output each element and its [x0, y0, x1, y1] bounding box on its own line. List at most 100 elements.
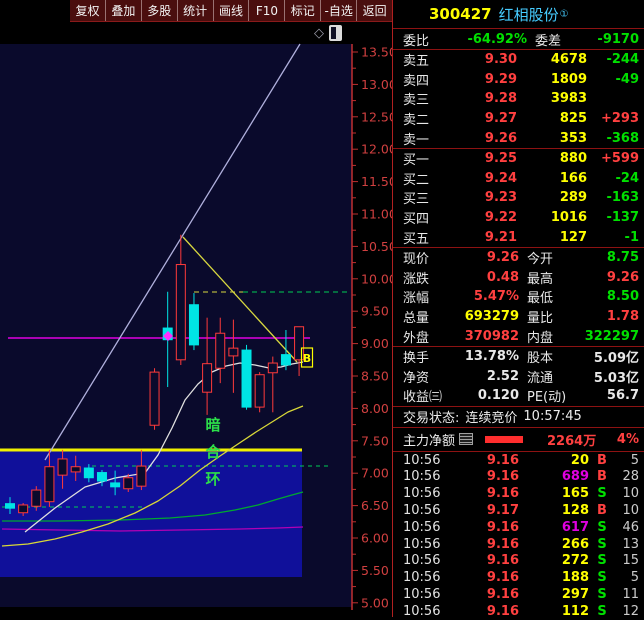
quote-label: PE(动)	[527, 390, 567, 406]
quote-value: 5.03亿	[593, 370, 639, 386]
tick-count: 46	[622, 519, 639, 535]
ob-delta: -244	[606, 52, 639, 68]
panel-layout-icon[interactable]	[329, 25, 342, 41]
main-force-label: 主力净额	[403, 433, 456, 449]
tick-row-8[interactable]: 10:56 9.16 188 S 5	[403, 569, 639, 586]
quote-value: 56.7	[606, 388, 639, 404]
tick-count: 15	[622, 553, 639, 569]
ob-price: 9.30	[484, 52, 517, 68]
toolbar-button-F10[interactable]: F10	[248, 0, 284, 21]
bid-row-4[interactable]: 买四 9.22 1016 -137	[403, 208, 639, 228]
tick-price: 9.16	[486, 519, 519, 535]
tick-volume: 20	[570, 452, 589, 468]
toolbar-button-统计[interactable]: 统计	[176, 0, 213, 21]
trade-status-label: 交易状态:	[403, 411, 460, 427]
tick-price: 9.16	[486, 570, 519, 586]
tick-price: 9.16	[486, 586, 519, 602]
ob-label: 卖五	[403, 54, 430, 70]
tick-side: S	[597, 553, 607, 569]
ob-price: 9.21	[484, 229, 517, 245]
tick-row-4[interactable]: 10:56 9.17 128 B 10	[403, 502, 639, 519]
ob-label: 卖三	[403, 93, 430, 109]
ask-row-3[interactable]: 卖三 9.28 3983	[403, 89, 639, 109]
quote-value: 13.78%	[464, 349, 519, 365]
candle-body	[188, 304, 199, 346]
tick-row-3[interactable]: 10:56 9.16 165 S 10	[403, 485, 639, 502]
axis-label: 6.50	[361, 498, 389, 513]
quote-label: 涨跌	[403, 271, 430, 287]
toolbar-button-画线[interactable]: 画线	[212, 0, 249, 21]
tick-row-10[interactable]: 10:56 9.16 112 S 12	[403, 603, 639, 620]
ask-row-4[interactable]: 卖二 9.27 825 +293	[403, 109, 639, 129]
tick-volume: 689	[561, 469, 589, 485]
weicha-label: 委差	[535, 33, 562, 49]
ob-volume: 3983	[550, 91, 587, 107]
ob-volume: 166	[559, 170, 587, 186]
tick-side: B	[597, 469, 607, 485]
tick-time: 10:56	[403, 502, 441, 518]
bid-row-2[interactable]: 买二 9.24 166 -24	[403, 169, 639, 189]
tick-volume: 128	[561, 502, 589, 518]
bid-row-5[interactable]: 买五 9.21 127 -1	[403, 227, 639, 247]
tick-row-7[interactable]: 10:56 9.16 272 S 15	[403, 552, 639, 569]
quote-value: 9.26	[486, 250, 519, 266]
candle-body	[110, 482, 121, 488]
tick-row-6[interactable]: 10:56 9.16 266 S 13	[403, 536, 639, 553]
tick-row-2[interactable]: 10:56 9.16 689 B 28	[403, 468, 639, 485]
tick-price: 9.16	[486, 486, 519, 502]
tick-price: 9.16	[486, 452, 519, 468]
toolbar-button-叠加[interactable]: 叠加	[104, 0, 141, 21]
quote-row: 涨幅 5.47% 最低 8.50	[403, 287, 639, 307]
tick-count: 28	[622, 469, 639, 485]
candlestick-chart[interactable]: B 暗合环 13.50 13.00 12.50 12.00 11.50 11.00 10.50 1…	[0, 0, 392, 617]
weibi-row: 委比 -64.92% 委差 -9170	[393, 29, 644, 50]
ask-row-5[interactable]: 卖一 9.26 353 -368	[403, 128, 639, 148]
quote-label: 流通	[527, 370, 554, 386]
ob-volume: 353	[559, 130, 587, 146]
ask-row-1[interactable]: 卖五 9.30 4678 -244	[403, 50, 639, 70]
bid-row-1[interactable]: 买一 9.25 880 +599	[403, 149, 639, 169]
axis-label: 12.00	[361, 142, 392, 157]
ob-volume: 880	[559, 151, 587, 167]
quote-value: 322297	[584, 328, 639, 344]
tick-row-5[interactable]: 10:56 9.16 617 S 46	[403, 519, 639, 536]
candle-body	[280, 354, 291, 366]
quote-row: 总量 693279 量比 1.78	[403, 307, 639, 327]
ob-delta: +599	[600, 151, 639, 167]
ask-row-2[interactable]: 卖四 9.29 1809 -49	[403, 70, 639, 90]
candle-body	[96, 472, 107, 482]
ob-label: 买五	[403, 231, 430, 247]
quote-row: 净资 2.52 流通 5.03亿	[403, 367, 639, 387]
quote-label: 今开	[527, 252, 554, 268]
bid-queue: 买一 9.25 880 +599 买二 9.24 166 -24 买三 9.23 289 -163 买四…	[393, 149, 644, 248]
tick-row-9[interactable]: 10:56 9.16 297 S 11	[403, 586, 639, 603]
main-force-row[interactable]: 主力净额 2264万 4%	[393, 428, 644, 452]
diamond-marker-icon[interactable]: ◇	[314, 27, 324, 40]
ob-delta: -368	[606, 130, 639, 146]
ob-delta: -1	[624, 229, 639, 245]
toolbar-button-返回[interactable]: 返回	[356, 0, 392, 21]
ob-label: 卖一	[403, 132, 430, 148]
trading-terminal: B 暗合环 13.50 13.00 12.50 12.00 11.50 11.00 10.50 1…	[0, 0, 644, 620]
tick-volume: 297	[561, 586, 589, 602]
tick-row-1[interactable]: 10:56 9.16 20 B 5	[403, 452, 639, 469]
weibi-value: -64.92%	[467, 31, 527, 47]
axis-label: 9.00	[361, 336, 389, 351]
ob-label: 买一	[403, 153, 430, 169]
tick-count: 13	[622, 536, 639, 552]
ask-queue: 卖五 9.30 4678 -244 卖四 9.29 1809 -49 卖三 9.28 3983 卖二 9…	[393, 50, 644, 149]
candle-body	[57, 458, 68, 476]
list-icon[interactable]	[459, 433, 474, 446]
tick-volume: 617	[561, 519, 589, 535]
ob-price: 9.28	[484, 91, 517, 107]
toolbar-button-标记[interactable]: 标记	[284, 0, 320, 21]
ob-price: 9.26	[484, 130, 517, 146]
indicator-text-char: 合	[204, 443, 221, 461]
bid-row-3[interactable]: 买三 9.23 289 -163	[403, 188, 639, 208]
weibi-label: 委比	[403, 33, 430, 49]
quote-row: 外盘 370982 内盘 322297	[403, 326, 639, 346]
toolbar-button-多股[interactable]: 多股	[140, 0, 177, 21]
stock-header[interactable]: 300427 红相股份 ①	[393, 0, 644, 29]
toolbar-button-复权[interactable]: 复权	[70, 0, 105, 21]
toolbar-button--自选[interactable]: -自选	[320, 0, 356, 21]
